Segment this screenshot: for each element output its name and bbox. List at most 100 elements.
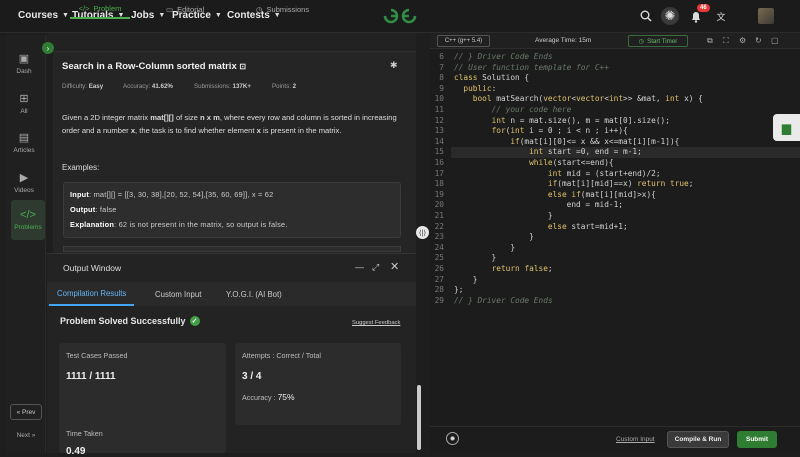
resize-handle-icon[interactable]: ⟨|⟩ [416, 226, 429, 239]
hint-bulb-icon[interactable]: ✹ [446, 432, 459, 445]
example-output: Output: false [70, 205, 117, 214]
line-number: 20 [434, 200, 444, 210]
prev-button[interactable]: « Prev [10, 404, 42, 420]
tab-yogi-ai-bot[interactable]: Y.O.G.I. (AI Bot) [226, 282, 282, 306]
code-line: // } Driver Code Ends [454, 52, 553, 61]
tab-custom-input[interactable]: Custom Input [155, 282, 201, 306]
status-text: Problem Solved Successfully [60, 316, 186, 326]
line-number: 21 [434, 211, 444, 220]
line-number: 25 [434, 253, 444, 263]
nav-jobs-label: Jobs [131, 10, 155, 21]
line-number: 12 [434, 115, 444, 125]
chevron-down-icon: ▼ [158, 12, 166, 19]
code-line: while(start<=end){ [529, 158, 614, 167]
desc-bold: mat[][] [150, 113, 174, 122]
desc-text: is present in the matrix. [260, 126, 342, 135]
code-line: // your code here [454, 105, 572, 114]
desc-bold: n x m [200, 113, 220, 122]
difficulty-label: Difficulty: [62, 83, 87, 90]
copy-icon[interactable]: ⧉ [707, 36, 713, 46]
problem-title: Search in a Row-Column sorted matrix ⊡ [62, 61, 246, 72]
grid-icon: ⊞ [19, 92, 29, 105]
line-number: 29 [434, 295, 444, 305]
avatar[interactable] [758, 8, 774, 24]
chat-icon[interactable]: ▆ [773, 114, 800, 141]
line-number: 15 [434, 147, 444, 157]
bookmark-icon[interactable]: ⊡ [239, 62, 246, 71]
code-line: } [454, 232, 534, 242]
document-icon: ▭ [166, 5, 174, 14]
code-line: } [454, 242, 516, 252]
submissions: Submissions: 137K+ [194, 83, 251, 90]
start-timer-button[interactable]: ◷ Start Timer [628, 35, 688, 47]
points-value: 2 [292, 83, 297, 90]
code-line: }; [454, 285, 464, 295]
line-number: 16 [434, 158, 444, 167]
code-line: return false; [491, 264, 553, 273]
code-line: else if(mat[i][mid]>x){ [547, 189, 656, 199]
nav-jobs[interactable]: Jobs ▼ [131, 10, 165, 21]
submissions-label: Submissions: [194, 83, 231, 90]
difficulty-value: Easy [88, 83, 104, 90]
tab-submissions[interactable]: ◷ Submissions [256, 0, 309, 19]
compile-run-button[interactable]: Compile & Run [667, 431, 729, 448]
accuracy-result-value: 75% [277, 392, 295, 402]
code-line: int start =0, end = m-1; [529, 147, 642, 157]
article-icon: ▤ [18, 131, 30, 144]
line-number: 18 [434, 179, 444, 189]
tab-editorial-label: Editorial [177, 5, 205, 14]
search-icon[interactable] [637, 7, 655, 25]
expand-icon[interactable]: ⤢ [372, 262, 379, 273]
suggest-feedback-link[interactable]: Suggest Feedback [352, 320, 400, 326]
attempts-value: 3 / 4 [242, 371, 262, 382]
sidebar-item-label: Videos [14, 186, 34, 194]
code-line: // User function template for C++ [454, 62, 609, 72]
scrollbar[interactable] [417, 385, 421, 450]
sidebar-item-dash[interactable]: ▣ Dash [6, 44, 42, 84]
custom-input-link[interactable]: Custom Input [616, 436, 655, 443]
nav-courses-label: Courses [18, 10, 59, 21]
save-icon[interactable]: ▢ [771, 36, 779, 45]
sidebar-item-label: Problems [14, 223, 42, 231]
line-number: 6 [439, 52, 444, 61]
next-button[interactable]: Next » [10, 428, 42, 442]
desc-text: Given a 2D integer matrix [62, 113, 151, 122]
line-number: 22 [434, 221, 444, 231]
start-timer-label: Start Timer [647, 37, 678, 45]
code-line: if(mat[i][0]<= x && x<=mat[i][m-1]){ [510, 136, 680, 146]
points: Points: 2 [272, 83, 296, 90]
line-number: 19 [434, 189, 444, 199]
line-number: 26 [434, 264, 444, 273]
sidebar-item-all[interactable]: ⊞ All [6, 84, 42, 124]
example-explanation-value: : 62 is not present in the matrix, so ou… [114, 220, 288, 229]
settings-icon[interactable]: ⚙ [739, 36, 746, 45]
sidebar-item-articles[interactable]: ▤ Articles [6, 123, 42, 163]
minimize-icon[interactable]: — [355, 262, 364, 272]
sidebar-item-label: Dash [16, 67, 32, 75]
theme-toggle-icon[interactable]: ✺ [661, 7, 679, 25]
timer-icon: ◷ [638, 37, 645, 45]
tab-compilation-results[interactable]: Compilation Results [49, 282, 135, 306]
difficulty: Difficulty: Easy [62, 83, 103, 90]
tab-editorial[interactable]: ▭ Editorial [166, 0, 204, 19]
geeksforgeeks-logo[interactable] [382, 7, 418, 30]
code-icon: </> [78, 4, 90, 13]
close-icon[interactable]: ✕ [390, 260, 399, 273]
example-input: Input: mat[][] = [[3, 30, 38],[20, 52, 5… [70, 190, 273, 199]
code-line: } [454, 253, 497, 263]
status-message: Problem Solved Successfully ✓ [60, 316, 200, 326]
sidebar-item-problems[interactable]: </> Problems [11, 200, 45, 240]
fullscreen-icon[interactable]: ⛶ [723, 36, 729, 46]
sidebar-item-videos[interactable]: ▶ Videos [6, 163, 42, 203]
nav-courses[interactable]: Courses ▼ [18, 10, 69, 21]
submit-button[interactable]: Submit [737, 431, 777, 448]
reset-icon[interactable]: ↻ [755, 36, 762, 45]
line-number: 10 [434, 94, 444, 104]
example-output-label: Output [70, 205, 96, 214]
bug-report-icon[interactable]: ✱ [390, 60, 398, 71]
translate-icon[interactable]: 文 [712, 7, 730, 25]
language-select[interactable]: C++ (g++ 5.4) [437, 35, 490, 47]
time-taken-label: Time Taken [66, 429, 103, 438]
tab-problem[interactable]: </> Problem [70, 0, 130, 19]
examples-heading: Examples: [62, 163, 100, 172]
